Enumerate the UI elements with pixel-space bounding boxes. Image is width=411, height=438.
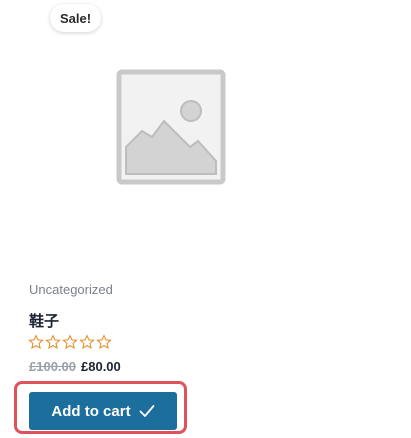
- check-icon: [139, 405, 154, 417]
- star-icon: [45, 334, 61, 349]
- star-icon: [62, 334, 78, 349]
- add-to-cart-label: Add to cart: [51, 402, 131, 420]
- sale-badge: Sale!: [50, 4, 101, 32]
- star-icon: [96, 334, 112, 349]
- star-rating: [28, 334, 112, 350]
- image-placeholder-icon[interactable]: [116, 69, 226, 185]
- add-to-cart-button[interactable]: Add to cart: [29, 392, 177, 430]
- original-price: £100.00: [29, 359, 76, 374]
- product-title[interactable]: 鞋子: [29, 310, 59, 331]
- product-category[interactable]: Uncategorized: [29, 282, 113, 297]
- product-price: £100.00 £80.00: [29, 359, 121, 374]
- sale-price: £80.00: [81, 359, 121, 374]
- star-icon: [28, 334, 44, 349]
- product-card: Sale! Uncategorized 鞋子 £100.00 £80.00 Ad…: [0, 0, 411, 438]
- star-icon: [79, 334, 95, 349]
